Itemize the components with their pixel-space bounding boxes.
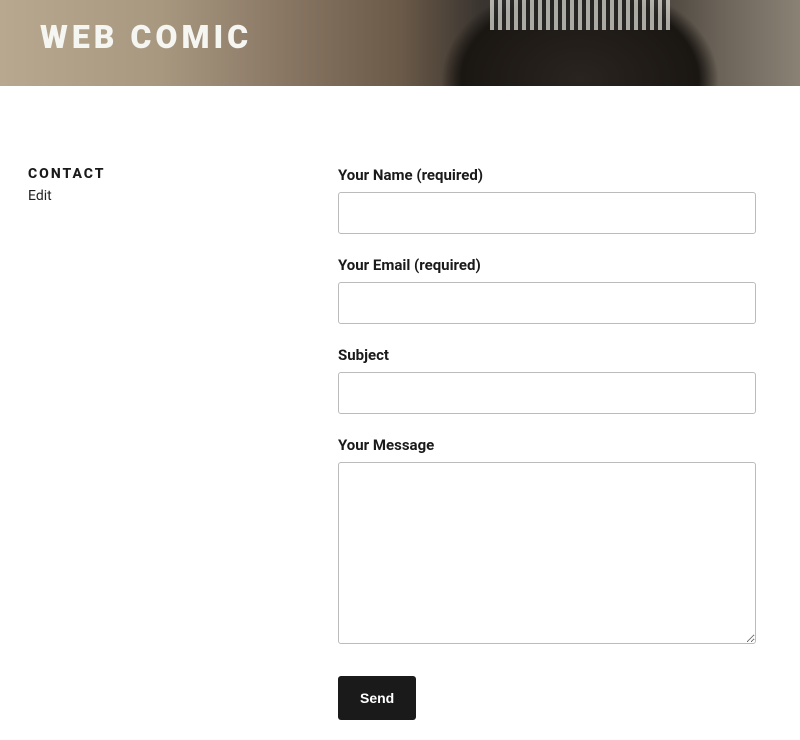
- message-textarea[interactable]: [338, 462, 756, 644]
- send-button[interactable]: Send: [338, 676, 416, 720]
- email-field-group: Your Email (required): [338, 256, 760, 324]
- site-title[interactable]: WEB COMIC: [40, 18, 252, 56]
- subject-label: Subject: [338, 346, 760, 364]
- message-label: Your Message: [338, 436, 760, 454]
- page-content: CONTACT Edit Your Name (required) Your E…: [0, 86, 800, 740]
- name-field-group: Your Name (required): [338, 166, 760, 234]
- email-input[interactable]: [338, 282, 756, 324]
- sidebar: CONTACT Edit: [28, 166, 338, 720]
- subject-input[interactable]: [338, 372, 756, 414]
- edit-link[interactable]: Edit: [28, 188, 338, 204]
- contact-form: Your Name (required) Your Email (require…: [338, 166, 760, 720]
- email-label: Your Email (required): [338, 256, 760, 274]
- message-field-group: Your Message: [338, 436, 760, 648]
- name-label: Your Name (required): [338, 166, 760, 184]
- subject-field-group: Subject: [338, 346, 760, 414]
- name-input[interactable]: [338, 192, 756, 234]
- page-title: CONTACT: [28, 166, 338, 182]
- site-header: WEB COMIC: [0, 0, 800, 86]
